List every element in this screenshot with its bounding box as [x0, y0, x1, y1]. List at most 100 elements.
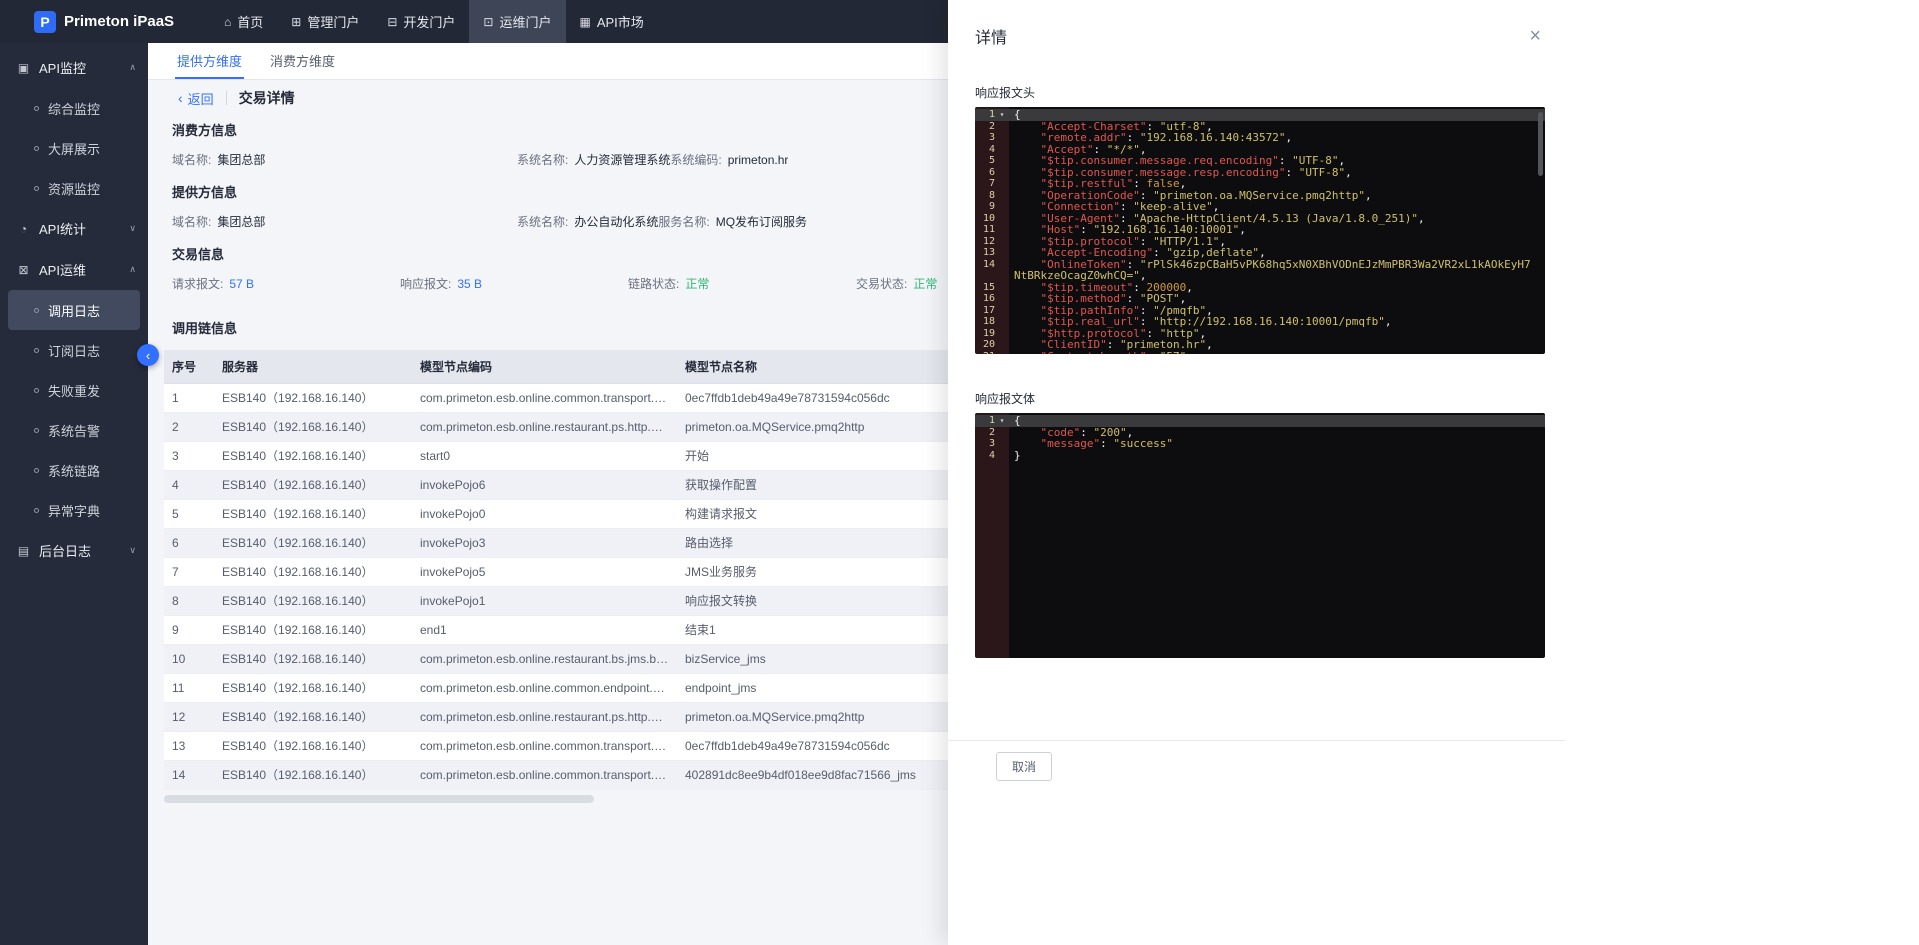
sidebar-group-header[interactable]: ⊠ API运维 ∧	[0, 249, 148, 290]
field: 系统编码: primeton.hr	[670, 151, 788, 168]
sidebar-group-icon: ▣	[16, 61, 31, 75]
sidebar-group-icon: ▤	[16, 544, 31, 558]
code-line: 4}	[975, 450, 1545, 462]
response-body-label: 响应报文体	[975, 390, 1565, 407]
nav-item-label: 运维门户	[499, 12, 551, 31]
nav-item[interactable]: ⊡ 运维门户	[469, 0, 565, 43]
line-number: 4	[975, 144, 995, 156]
fold-icon	[995, 427, 1009, 439]
column-header: 模型节点编码	[412, 350, 677, 384]
sidebar-item[interactable]: 订阅日志	[8, 330, 140, 370]
field-label: 系统名称:	[517, 151, 568, 168]
sidebar-item[interactable]: 综合监控	[8, 88, 140, 128]
cell-node-code: invokePojo1	[412, 587, 677, 616]
fold-icon	[995, 247, 1009, 259]
column-header: 服务器	[214, 350, 412, 384]
sidebar-group-header[interactable]: ◔ API统计 ∨	[0, 208, 148, 249]
drawer-title: 详情	[975, 30, 1007, 47]
close-icon[interactable]: ×	[1529, 26, 1541, 46]
code-text: {	[1009, 415, 1545, 427]
fold-icon: ▾	[995, 415, 1009, 427]
chevron-left-icon: ‹	[178, 91, 183, 105]
field-label: 系统编码:	[670, 151, 721, 168]
tab[interactable]: 提供方维度	[175, 43, 244, 79]
field-value: 正常	[913, 275, 937, 292]
nav-item[interactable]: ▦ API市场	[566, 0, 658, 43]
field: 系统名称: 办公自动化系统	[517, 213, 658, 230]
line-number: 2	[975, 427, 995, 439]
bullet-icon	[34, 308, 39, 313]
line-number: 20	[975, 339, 995, 351]
cell-no: 12	[164, 703, 214, 732]
detail-drawer: 详情 × 响应报文头 1▾{2 "Accept-Charset": "utf-8…	[948, 0, 1565, 945]
sidebar-item[interactable]: 异常字典	[8, 490, 140, 530]
sidebar-collapse-button[interactable]: ‹	[137, 344, 159, 366]
response-headers-editor[interactable]: 1▾{2 "Accept-Charset": "utf-8",3 "remote…	[975, 107, 1545, 354]
cell-node-code: invokePojo6	[412, 471, 677, 500]
line-number: 8	[975, 190, 995, 202]
fold-icon	[995, 259, 1009, 282]
tab[interactable]: 消费方维度	[268, 43, 337, 79]
sidebar-group-icon: ⊠	[16, 263, 31, 277]
sidebar-group-header[interactable]: ▣ API监控 ∧	[0, 47, 148, 88]
sidebar-item[interactable]: 资源监控	[8, 168, 140, 208]
primeton-logo-icon: P	[34, 11, 56, 33]
cell-no: 2	[164, 413, 214, 442]
cell-no: 9	[164, 616, 214, 645]
cell-no: 13	[164, 732, 214, 761]
code-text: "Content-Length": "57",	[1009, 351, 1545, 355]
sidebar-item-label: 系统告警	[48, 421, 100, 440]
drawer-header: 详情 ×	[948, 0, 1565, 48]
cell-no: 5	[164, 500, 214, 529]
sidebar-item[interactable]: 调用日志	[8, 290, 140, 330]
nav-item-icon: ⊟	[387, 15, 397, 29]
cell-server: ESB140（192.168.16.140）	[214, 384, 412, 413]
line-number: 6	[975, 167, 995, 179]
cell-no: 4	[164, 471, 214, 500]
field-label: 服务名称:	[658, 213, 709, 230]
cell-node-code: com.primeton.esb.online.restaurant.ps.ht…	[412, 703, 677, 732]
fold-icon	[995, 213, 1009, 225]
code-line: 3 "message": "success"	[975, 438, 1545, 450]
cancel-button[interactable]: 取消	[996, 752, 1052, 781]
field: 响应报文: 35 B	[400, 275, 628, 292]
field-value: 集团总部	[217, 151, 265, 168]
sidebar-group-header[interactable]: ▤ 后台日志 ∨	[0, 530, 148, 571]
nav-item-label: 首页	[237, 12, 263, 31]
field-value[interactable]: 35 B	[457, 277, 482, 291]
nav-item-icon: ⊞	[291, 15, 301, 29]
sidebar-item[interactable]: 大屏展示	[8, 128, 140, 168]
line-number: 12	[975, 236, 995, 248]
cell-server: ESB140（192.168.16.140）	[214, 703, 412, 732]
line-number: 5	[975, 155, 995, 167]
scrollbar-thumb[interactable]	[164, 795, 594, 803]
field-label: 链路状态:	[628, 275, 679, 292]
vertical-scrollbar-thumb[interactable]	[1538, 112, 1543, 176]
sidebar-item[interactable]: 失败重发	[8, 370, 140, 410]
fold-icon	[995, 236, 1009, 248]
sidebar-group-label: API统计	[39, 219, 129, 238]
cell-node-code: end1	[412, 616, 677, 645]
line-number: 14	[975, 259, 995, 282]
sidebar-group-items: 调用日志 订阅日志 失败重发	[0, 290, 148, 530]
back-label: 返回	[188, 89, 214, 108]
cell-node-code: com.primeton.esb.online.restaurant.bs.jm…	[412, 645, 677, 674]
cell-no: 11	[164, 674, 214, 703]
sidebar-item[interactable]: 系统告警	[8, 410, 140, 450]
nav-item-icon: ▦	[580, 15, 591, 29]
bullet-icon	[34, 106, 39, 111]
cell-node-code: com.primeton.esb.online.restaurant.ps.ht…	[412, 413, 677, 442]
response-body-editor[interactable]: 1▾{2 "code": "200",3 "message": "success…	[975, 413, 1545, 658]
field-label: 请求报文:	[172, 275, 223, 292]
nav-item[interactable]: ⊟ 开发门户	[373, 0, 469, 43]
field-value: 集团总部	[217, 213, 265, 230]
back-button[interactable]: ‹ 返回	[178, 89, 214, 108]
field-value[interactable]: 57 B	[229, 277, 254, 291]
nav-item[interactable]: ⊞ 管理门户	[277, 0, 373, 43]
field-value: 人力资源管理系统	[574, 151, 670, 168]
field-label: 响应报文:	[400, 275, 451, 292]
cell-node-code: start0	[412, 442, 677, 471]
sidebar-item[interactable]: 系统链路	[8, 450, 140, 490]
line-number: 1	[975, 109, 995, 121]
nav-item[interactable]: ⌂ 首页	[210, 0, 277, 43]
